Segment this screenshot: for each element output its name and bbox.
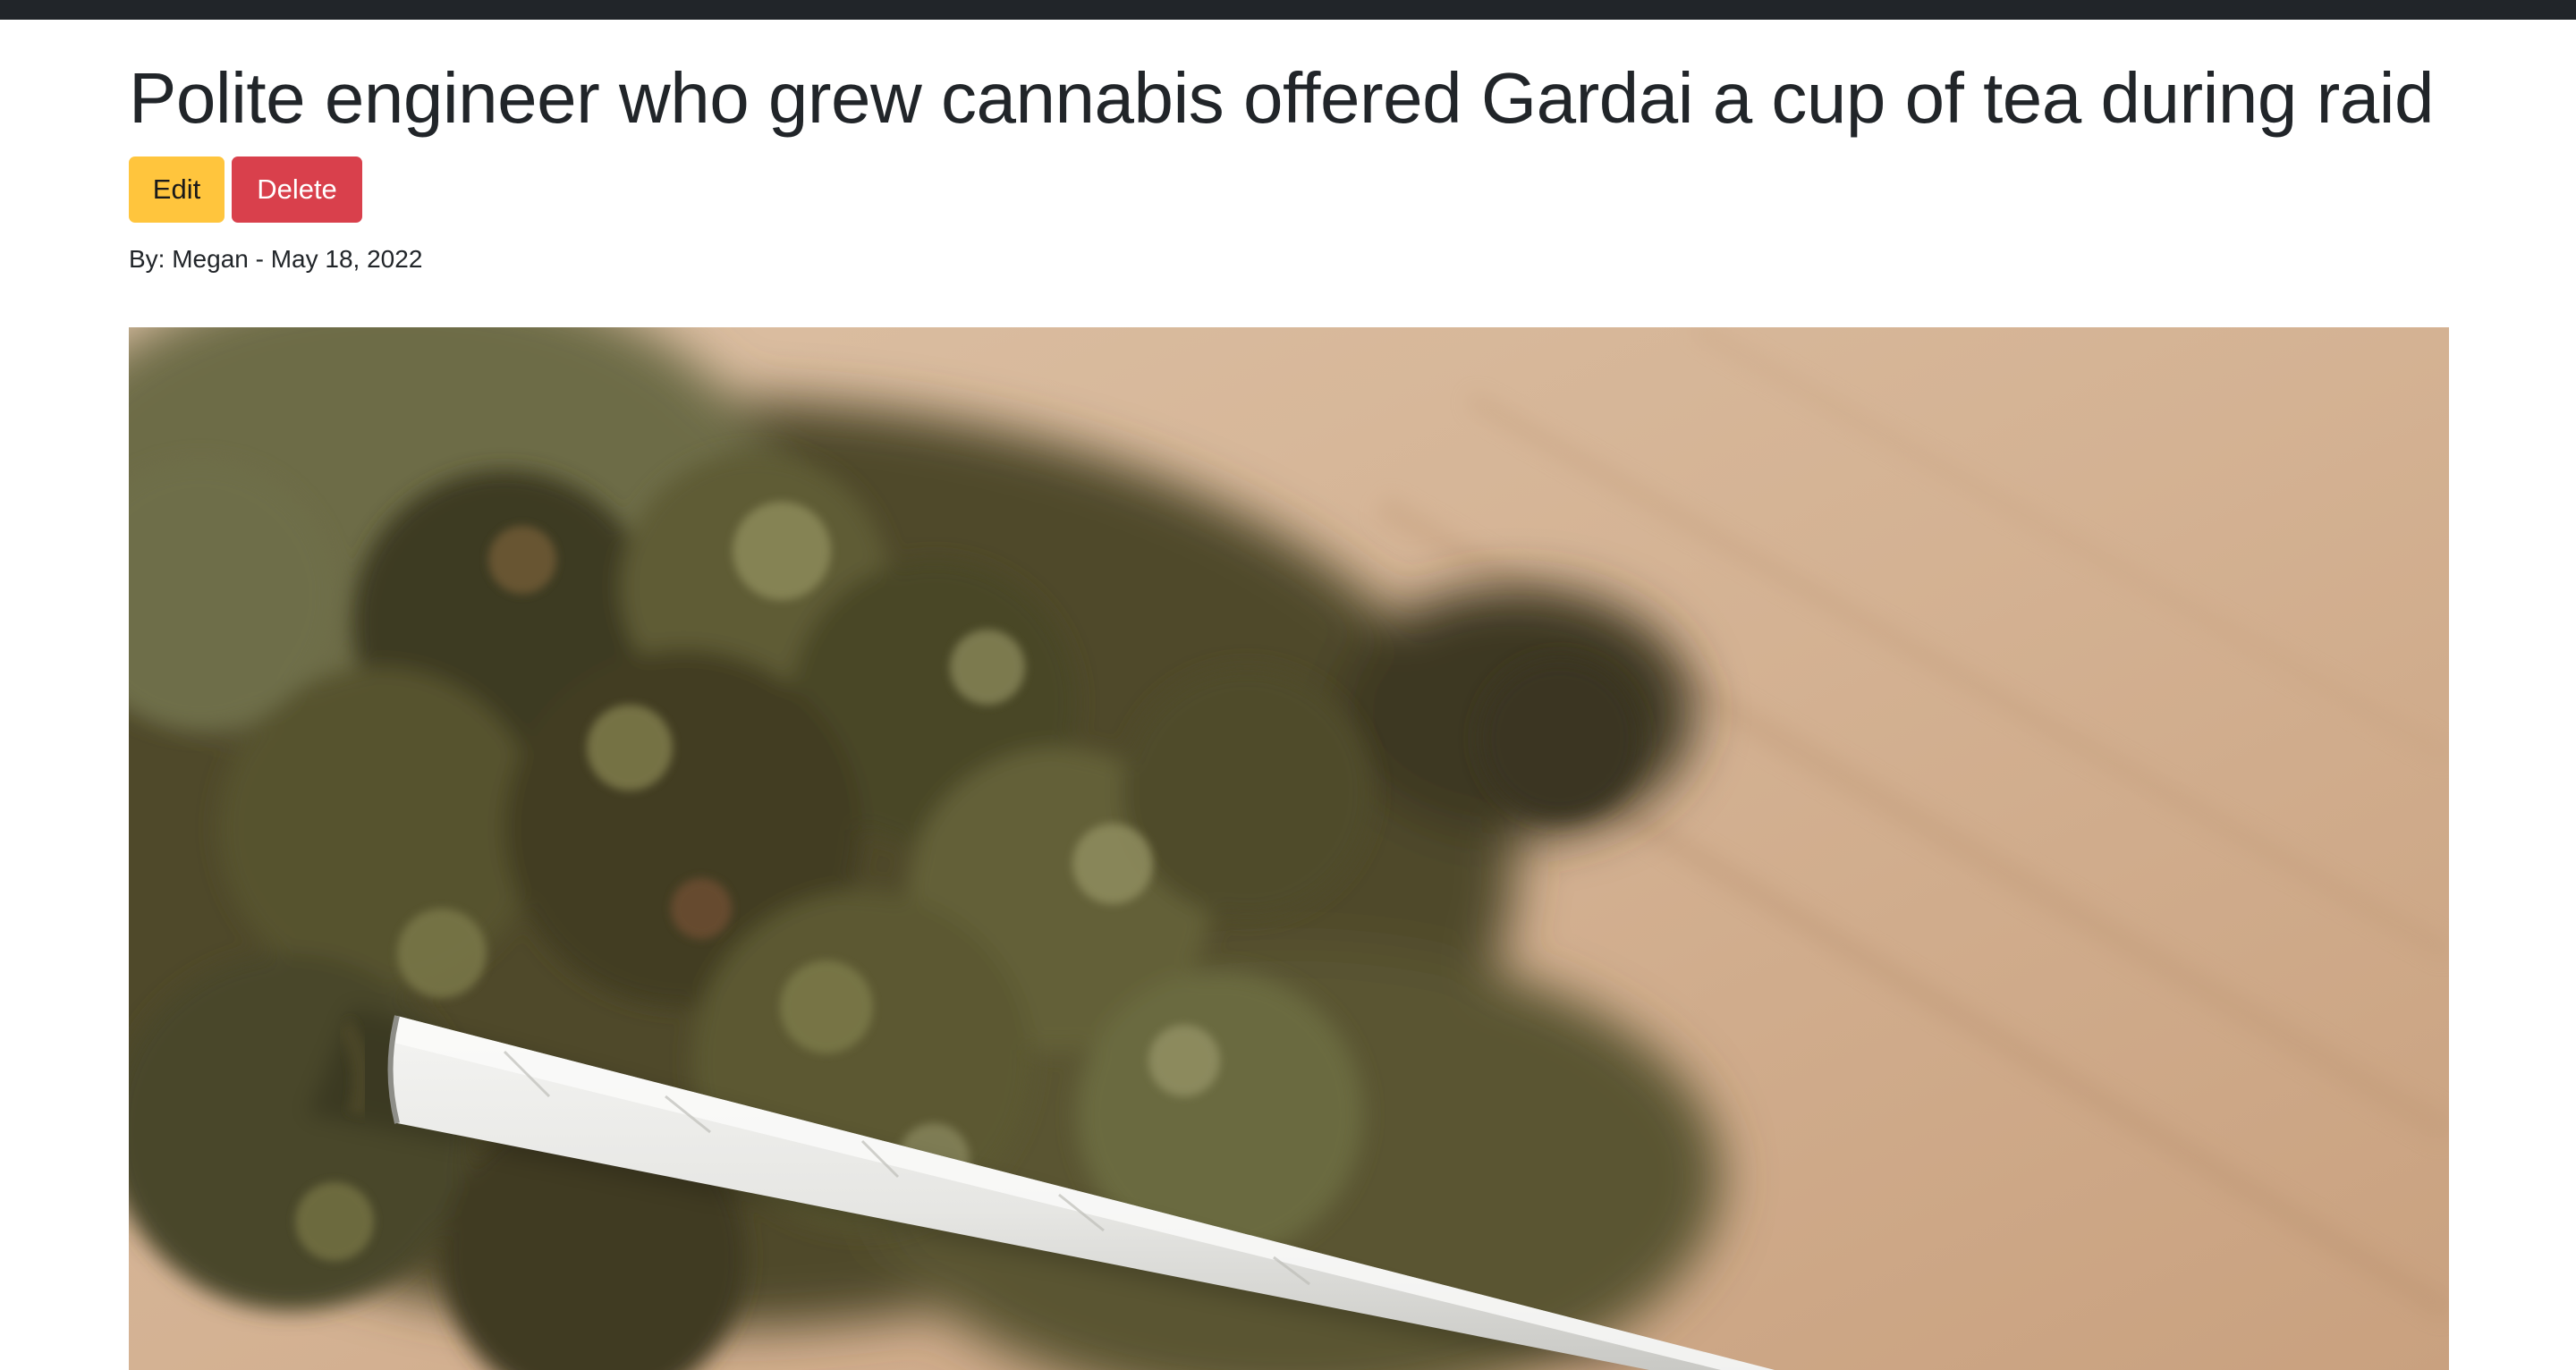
top-navbar [0, 0, 2576, 20]
edit-button[interactable]: Edit [129, 156, 225, 223]
article-actions: Edit Delete [129, 156, 362, 223]
cannabis-photo [129, 327, 2449, 1370]
article-title: Polite engineer who grew cannabis offere… [129, 58, 2435, 138]
hero-image [129, 327, 2449, 1370]
article-byline: By: Megan - May 18, 2022 [129, 245, 423, 273]
delete-button[interactable]: Delete [232, 156, 362, 223]
